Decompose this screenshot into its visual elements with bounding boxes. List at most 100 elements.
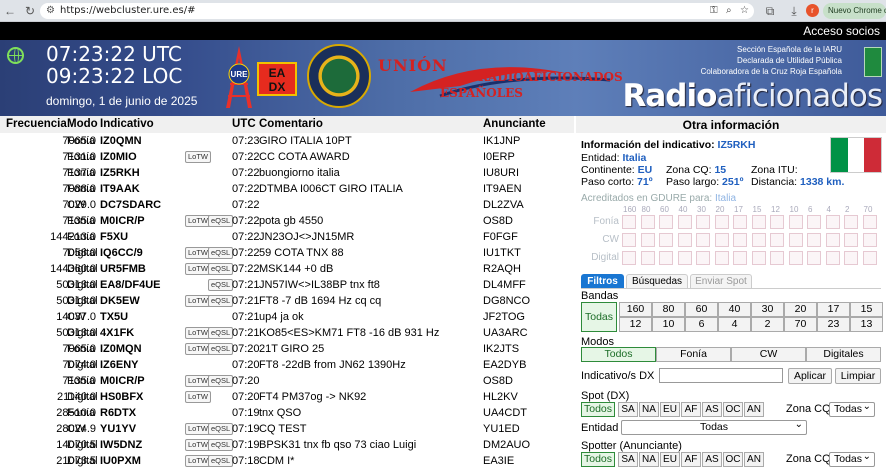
band-button[interactable]: 40 <box>718 302 751 317</box>
continent-button[interactable]: NA <box>639 452 659 467</box>
bands-all-button[interactable]: Todas <box>581 302 617 332</box>
continent-button[interactable]: AN <box>744 452 764 467</box>
address-bar[interactable]: ⚙ https://webcluster.ure.es/# ⚿ ⌕ ☆ <box>40 3 754 19</box>
callsign-cell[interactable]: IT9AAK <box>100 183 140 195</box>
spotter-cq-zone-select[interactable]: Todas <box>829 450 875 467</box>
table-row[interactable]: 144360.0 Digital UR5FMB LoTW eQSL 07:22 MSK144… <box>0 262 574 278</box>
callsign-cell[interactable]: UR5FMB <box>100 263 146 275</box>
band-button[interactable]: 30 <box>751 302 784 317</box>
announcer-cell[interactable]: R2AQH <box>483 263 521 275</box>
continent-button[interactable]: AF <box>681 452 701 467</box>
announcer-cell[interactable]: IK2JTS <box>483 343 519 355</box>
callsign-cell[interactable]: IZ5RKH <box>100 167 140 179</box>
clear-button[interactable]: Limpiar <box>835 368 881 384</box>
table-row[interactable]: 28024.9 CW YU1YV LoTW eQSL 07:19 CQ TEST YU1ED <box>0 422 574 438</box>
header-mode[interactable]: Modo <box>67 118 98 130</box>
callsign-cell[interactable]: IW5DNZ <box>100 439 142 451</box>
callsign-cell[interactable]: IZ6ENY <box>100 359 139 371</box>
table-row[interactable]: 28510.0 Fonía R6DTX 07:19 tnx QSO UA4CDT <box>0 406 574 422</box>
callsign-cell[interactable]: DK5EW <box>100 295 140 307</box>
band-button[interactable]: 20 <box>784 302 817 317</box>
callsign-cell[interactable]: IZ0MIO <box>100 151 137 163</box>
callsign-cell[interactable]: IZ0MQN <box>100 343 142 355</box>
callsign-cell[interactable]: TX5U <box>100 311 128 323</box>
continent-button[interactable]: OC <box>723 402 743 417</box>
apply-button[interactable]: Aplicar <box>788 368 832 384</box>
eadx-logo[interactable]: EA DX <box>257 62 297 96</box>
band-button[interactable]: 160 <box>619 302 652 317</box>
table-row[interactable]: 7131.0 Fonía IZ0MIO LoTW 07:22 CC COTA AWARD I… <box>0 150 574 166</box>
continent-button[interactable]: AS <box>702 452 722 467</box>
announcer-cell[interactable]: DG8NCO <box>483 295 530 307</box>
table-row[interactable]: 7065.0 Fonía IZ0MQN LoTW eQSL 07:20 21T GIRO 2… <box>0 342 574 358</box>
zoom-icon[interactable]: ⌕ <box>726 3 732 19</box>
continent-button[interactable]: SA <box>618 452 638 467</box>
band-button[interactable]: 80 <box>652 302 685 317</box>
members-access-link[interactable]: Acceso socios <box>803 23 880 39</box>
bookmark-star-icon[interactable]: ☆ <box>740 3 749 19</box>
back-icon[interactable]: ← <box>2 3 18 19</box>
announcer-cell[interactable]: EA3IE <box>483 455 514 467</box>
table-row[interactable]: 50313.0 Digital EA8/DF4UE eQSL 07:21 JN57IW<>… <box>0 278 574 294</box>
table-row[interactable]: 21140.0 Digital HS0BFX LoTW 07:20 FT4 PM37og … <box>0 390 574 406</box>
announcer-cell[interactable]: IU1TKT <box>483 247 521 259</box>
callsign-cell[interactable]: R6DTX <box>100 407 136 419</box>
table-row[interactable]: 7137.0 Fonía IZ5RKH 07:22 buongiorno italia I… <box>0 166 574 182</box>
callsign-info-value[interactable]: IZ5RKH <box>718 139 756 151</box>
continent-button[interactable]: AS <box>702 402 722 417</box>
announcer-cell[interactable]: F0FGF <box>483 231 518 243</box>
band-button[interactable]: 4 <box>718 317 751 332</box>
band-button[interactable]: 2 <box>751 317 784 332</box>
profile-avatar[interactable]: r <box>806 4 819 17</box>
update-chrome-button[interactable]: Nuevo Chrome dispon <box>823 3 886 19</box>
callsign-cell[interactable]: DC7SDARC <box>100 199 161 211</box>
continent-button[interactable]: EU <box>660 452 680 467</box>
band-button[interactable]: 6 <box>685 317 718 332</box>
mode-filter-button[interactable]: Fonía <box>656 347 731 362</box>
header-announcer[interactable]: Anunciante <box>483 118 546 130</box>
callsign-cell[interactable]: EA8/DF4UE <box>100 279 161 291</box>
callsign-cell[interactable]: HS0BFX <box>100 391 143 403</box>
header-comment[interactable]: Comentario <box>259 118 323 130</box>
announcer-cell[interactable]: DM2AUO <box>483 439 530 451</box>
callsign-cell[interactable]: F5XU <box>100 231 128 243</box>
tab-searches[interactable]: Búsquedas <box>626 274 688 289</box>
callsign-cell[interactable]: IU0PXM <box>100 455 141 467</box>
header-utc[interactable]: UTC <box>232 118 256 130</box>
table-row[interactable]: 7088.0 Fonía IT9AAK 07:22 DTMBA I006CT GIRO … <box>0 182 574 198</box>
header-frequency[interactable]: Frecuencia <box>6 118 67 130</box>
spot-continents-all-button[interactable]: Todos <box>581 402 615 417</box>
table-row[interactable]: 50313.0 Digital 4X1FK LoTW eQSL 07:21 KO85<ES>… <box>0 326 574 342</box>
band-button[interactable]: 70 <box>784 317 817 332</box>
table-row[interactable]: 7029.0 CW DC7SDARC 07:22 DL2ZVA <box>0 198 574 214</box>
header-callsign[interactable]: Indicativo <box>100 118 154 130</box>
band-button[interactable]: 23 <box>817 317 850 332</box>
callsign-cell[interactable]: YU1YV <box>100 423 136 435</box>
table-row[interactable]: 50313.0 Digital DK5EW LoTW eQSL 07:21 FT8 -7 d… <box>0 294 574 310</box>
tab-send-spot[interactable]: Enviar Spot <box>690 274 752 289</box>
announcer-cell[interactable]: IT9AEN <box>483 183 522 195</box>
announcer-cell[interactable]: EA2DYB <box>483 359 526 371</box>
announcer-cell[interactable]: I0ERP <box>483 151 515 163</box>
ure-seal-logo[interactable] <box>307 44 371 108</box>
table-row[interactable]: 14037.0 CW TX5U 07:21 up4 ja ok JF2TOG <box>0 310 574 326</box>
announcer-cell[interactable]: OS8D <box>483 375 513 387</box>
announcer-cell[interactable]: DL2ZVA <box>483 199 524 211</box>
mode-filter-button[interactable]: Digitales <box>806 347 881 362</box>
band-button[interactable]: 13 <box>850 317 883 332</box>
continent-button[interactable]: AF <box>681 402 701 417</box>
reload-icon[interactable]: ↻ <box>22 3 38 19</box>
table-row[interactable]: 14070.5 Digital IW5DNZ LoTW eQSL 07:19 BPSK31 … <box>0 438 574 454</box>
ure-tower-logo[interactable]: URE <box>222 44 256 110</box>
table-row[interactable]: 7065.0 Fonía IZ0QMN 07:23 GIRO ITALIA 10PT IK… <box>0 134 574 150</box>
continent-button[interactable]: NA <box>639 402 659 417</box>
announcer-cell[interactable]: UA3ARC <box>483 327 528 339</box>
tab-filters[interactable]: Filtros <box>581 274 624 289</box>
spot-cq-zone-select[interactable]: Todas <box>829 400 875 417</box>
announcer-cell[interactable]: UA4CDT <box>483 407 527 419</box>
table-row[interactable]: 7135.0 Fonía M0ICR/P LoTW eQSL 07:20 OS8D <box>0 374 574 390</box>
dx-callsign-input[interactable] <box>659 368 783 383</box>
table-row[interactable]: 21073.5 Digital IU0PXM LoTW eQSL 07:18 CDM I* E… <box>0 454 574 469</box>
announcer-cell[interactable]: OS8D <box>483 215 513 227</box>
announcer-cell[interactable]: JF2TOG <box>483 311 525 323</box>
